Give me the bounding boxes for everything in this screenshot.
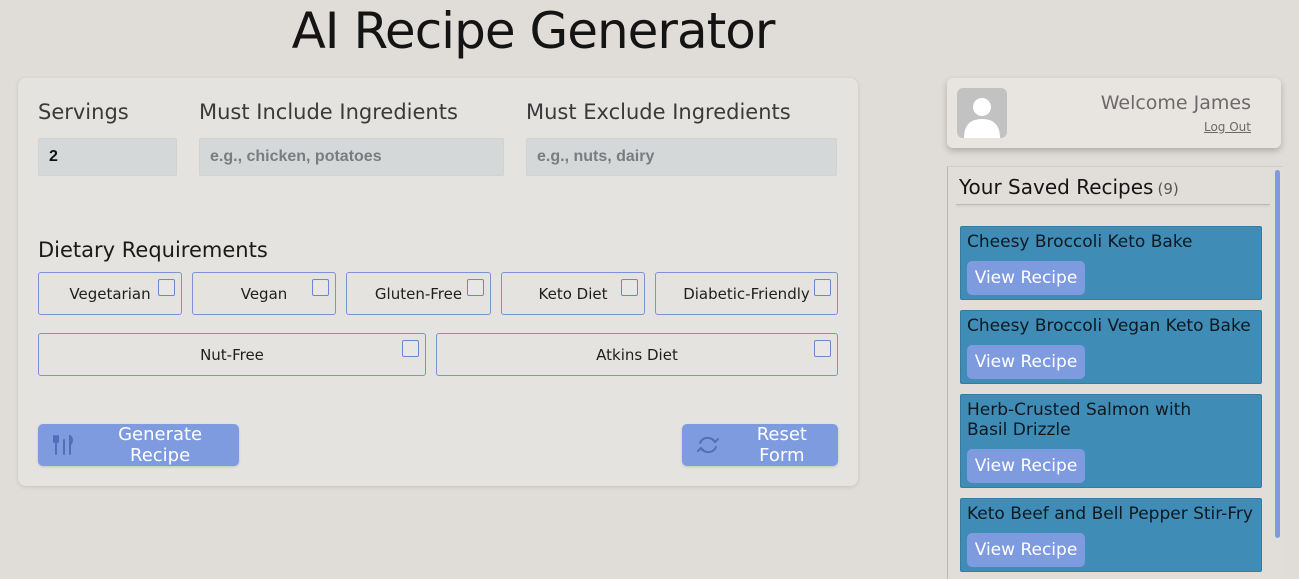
- exclude-ingredients-input[interactable]: [526, 138, 837, 176]
- saved-recipe-name: Cheesy Broccoli Vegan Keto Bake: [967, 316, 1251, 336]
- exclude-ingredients-label: Must Exclude Ingredients: [526, 100, 791, 124]
- diabetic-friendly-checkbox[interactable]: [814, 279, 831, 296]
- diet-option-atkins[interactable]: Atkins Diet: [436, 333, 838, 376]
- diet-option-vegetarian[interactable]: Vegetarian: [38, 272, 182, 315]
- saved-recipe-item: Cheesy Broccoli Vegan Keto Bake View Rec…: [960, 310, 1262, 384]
- keto-checkbox[interactable]: [621, 279, 638, 296]
- user-profile-card: Welcome James Log Out: [947, 78, 1281, 148]
- include-ingredients-input[interactable]: [199, 138, 504, 176]
- diet-option-label: Atkins Diet: [596, 345, 678, 364]
- refresh-icon: [694, 434, 722, 456]
- diet-option-label: Nut-Free: [200, 345, 264, 364]
- nut-free-checkbox[interactable]: [402, 340, 419, 357]
- view-recipe-button[interactable]: View Recipe: [967, 449, 1085, 483]
- generate-recipe-button[interactable]: Generate Recipe: [38, 424, 239, 466]
- user-avatar-icon: [957, 88, 1007, 138]
- logout-link[interactable]: Log Out: [1204, 120, 1251, 134]
- saved-recipe-name: Keto Beef and Bell Pepper Stir-Fry: [967, 504, 1253, 524]
- view-recipe-button[interactable]: View Recipe: [967, 345, 1085, 379]
- recipe-form-card: Servings Must Include Ingredients Must E…: [18, 78, 858, 486]
- reset-form-label: Reset Form: [756, 424, 807, 466]
- diet-option-gluten-free[interactable]: Gluten-Free: [346, 272, 491, 315]
- diet-option-diabetic-friendly[interactable]: Diabetic-Friendly: [655, 272, 838, 315]
- page-title: AI Recipe Generator: [291, 2, 776, 60]
- saved-recipes-heading: Your Saved Recipes (9): [959, 175, 1179, 199]
- view-recipe-button[interactable]: View Recipe: [967, 533, 1085, 567]
- dietary-requirements-label: Dietary Requirements: [38, 238, 268, 262]
- view-recipe-button[interactable]: View Recipe: [967, 261, 1085, 295]
- diet-option-nut-free[interactable]: Nut-Free: [38, 333, 426, 376]
- generate-recipe-label: Generate Recipe: [118, 424, 203, 466]
- diet-option-label: Gluten-Free: [374, 284, 463, 303]
- saved-recipe-item: Herb-Crusted Salmon with Basil Drizzle V…: [960, 394, 1262, 488]
- vegetarian-checkbox[interactable]: [158, 279, 175, 296]
- saved-recipes-title: Your Saved Recipes: [959, 175, 1154, 199]
- atkins-checkbox[interactable]: [814, 340, 831, 357]
- diet-option-label: Keto Diet: [538, 284, 608, 303]
- diet-option-label: Diabetic-Friendly: [683, 284, 810, 303]
- saved-recipe-item: Cheesy Broccoli Keto Bake View Recipe: [960, 226, 1262, 300]
- saved-recipes-count: (9): [1157, 180, 1179, 198]
- welcome-message: Welcome James: [1100, 92, 1251, 114]
- gluten-free-checkbox[interactable]: [467, 279, 484, 296]
- include-ingredients-label: Must Include Ingredients: [199, 100, 458, 124]
- saved-recipe-name: Cheesy Broccoli Keto Bake: [967, 232, 1193, 252]
- saved-recipes-panel: Your Saved Recipes (9) Cheesy Broccoli Ke…: [947, 166, 1283, 579]
- saved-recipe-name: Herb-Crusted Salmon with Basil Drizzle: [967, 400, 1192, 440]
- utensils-icon: [50, 434, 77, 456]
- saved-recipe-item: Keto Beef and Bell Pepper Stir-Fry View …: [960, 498, 1262, 572]
- diet-option-label: Vegetarian: [69, 284, 151, 303]
- reset-form-button[interactable]: Reset Form: [682, 424, 838, 466]
- diet-option-vegan[interactable]: Vegan: [192, 272, 336, 315]
- diet-option-label: Vegan: [240, 284, 288, 303]
- diet-option-keto[interactable]: Keto Diet: [501, 272, 645, 315]
- servings-label: Servings: [38, 100, 129, 124]
- vegan-checkbox[interactable]: [312, 279, 329, 296]
- saved-recipes-scrollbar[interactable]: [1275, 170, 1280, 538]
- saved-recipes-divider: [956, 204, 1270, 205]
- servings-input[interactable]: [38, 138, 177, 176]
